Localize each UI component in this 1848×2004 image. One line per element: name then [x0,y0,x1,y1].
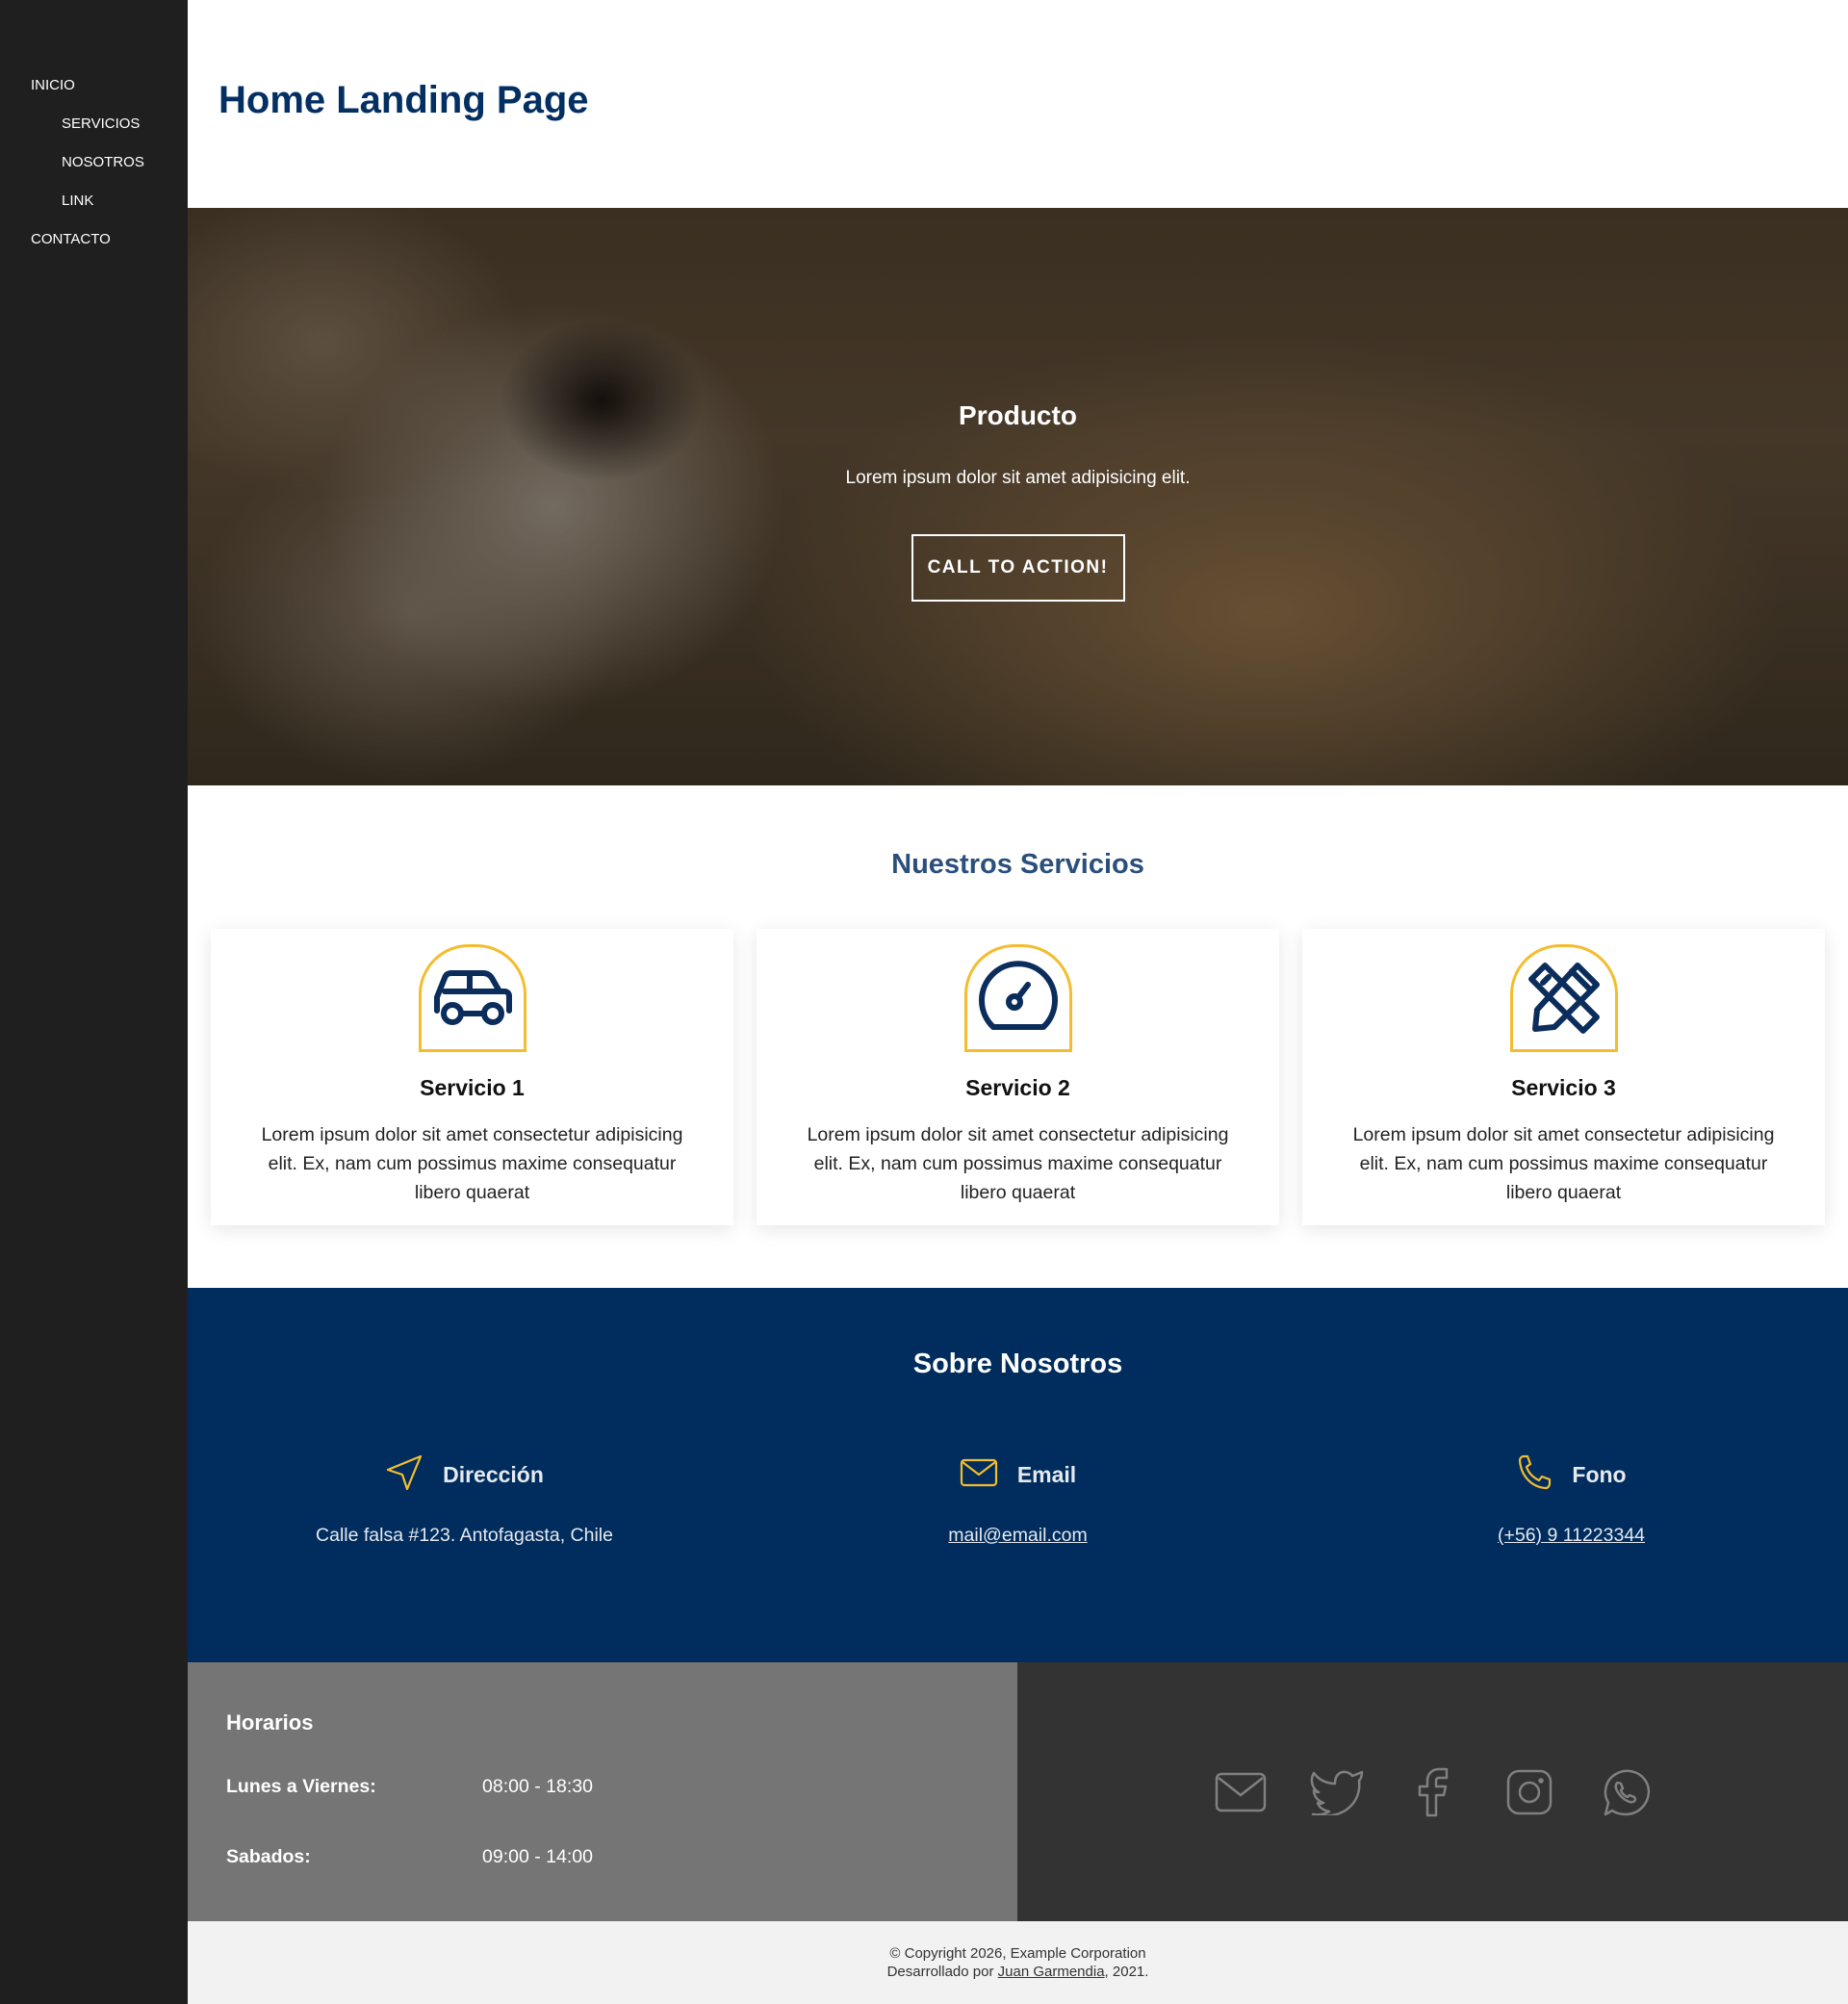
service-title: Servicio 1 [420,1075,525,1100]
phone-icon [1516,1454,1553,1496]
hours-day: Sabados: [226,1846,311,1867]
social-panel [1017,1662,1848,1921]
gauge-icon [963,944,1072,1052]
services-title: Nuestros Servicios [891,849,1144,880]
email-label: Email [1016,1461,1077,1487]
service-description: Lorem ipsum dolor sit amet consectetur a… [1352,1124,1775,1203]
envelope-icon [960,1457,998,1493]
footer-copyright: © Copyright 2026, Example Corporation [889,1945,1146,1962]
hero-text: Lorem ipsum dolor sit amet adipisicing e… [845,468,1191,488]
address-value: Calle falsa #123. Antofagasta, Chile [316,1525,613,1546]
address-label: Dirección [443,1461,544,1487]
sidebar-item-servicios[interactable]: SERVICIOS [0,104,188,142]
address-header: Dirección [385,1453,544,1497]
page-title: Home Landing Page [218,79,589,121]
sidebar-menu: INICIO SERVICIOS NOSOTROS LINK CONTACTO [0,0,188,258]
phone-link[interactable]: (+56) 9 11223344 [1498,1525,1645,1547]
footer-developed-prefix: Desarrollado por [886,1964,998,1980]
page-header: Home Landing Page [188,0,1848,208]
sidebar-item-nosotros[interactable]: NOSOTROS [0,142,188,181]
hours-day: Lunes a Viernes: [226,1776,376,1797]
sidebar: INICIO SERVICIOS NOSOTROS LINK CONTACTO [0,0,188,2004]
phone-header: Fono [1516,1454,1627,1496]
hero-content: Producto Lorem ipsum dolor sit amet adip… [188,208,1848,785]
twitter-icon[interactable] [1307,1762,1367,1822]
hours-title: Horarios [226,1710,314,1734]
main-content: Home Landing Page Producto Lorem ipsum d… [188,0,1848,2004]
sidebar-item-inicio[interactable]: INICIO [0,65,188,104]
hours-panel: Horarios Lunes a Viernes: 08:00 - 18:30 … [188,1662,1017,1921]
services-section: Nuestros Servicios Servicio 1 Lorem ipsu… [188,785,1848,1288]
mail-icon[interactable] [1211,1762,1270,1822]
about-title: Sobre Nosotros [912,1349,1123,1379]
email-header: Email [960,1455,1076,1494]
hours-row: Sabados: 09:00 - 14:00 [226,1846,1017,1868]
service-card-3: Servicio 3 Lorem ipsum dolor sit amet co… [1302,929,1825,1225]
hours-time: 08:00 - 18:30 [482,1776,593,1797]
service-card-1: Servicio 1 Lorem ipsum dolor sit amet co… [211,929,733,1225]
hours-time: 09:00 - 14:00 [482,1846,593,1867]
hero-title: Producto [959,400,1077,430]
hours-social-section: Horarios Lunes a Viernes: 08:00 - 18:30 … [188,1662,1848,1921]
about-columns: Dirección Calle falsa #123. Antofagasta,… [188,1453,1848,1547]
phone-label: Fono [1572,1461,1627,1487]
whatsapp-icon[interactable] [1596,1762,1656,1822]
phone-column: Fono (+56) 9 11223344 [1295,1454,1848,1547]
instagram-icon[interactable] [1500,1762,1559,1822]
service-title: Servicio 3 [1511,1075,1616,1100]
pencil-ruler-icon [1509,944,1618,1052]
sidebar-item-contacto[interactable]: CONTACTO [0,219,188,258]
footer-developed-suffix: , 2021. [1104,1964,1149,1980]
email-link[interactable]: mail@email.com [948,1525,1087,1547]
developer-link[interactable]: Juan Garmendia [998,1964,1105,1980]
call-to-action-button[interactable]: CALL TO ACTION! [911,534,1125,602]
hero-section: Producto Lorem ipsum dolor sit amet adip… [188,208,1848,785]
about-section: Sobre Nosotros Dirección Calle falsa #12… [188,1288,1848,1662]
footer: © Copyright 2026, Example Corporation De… [188,1921,1848,2004]
navigation-arrow-icon [385,1453,424,1497]
sidebar-item-link[interactable]: LINK [0,181,188,219]
service-description: Lorem ipsum dolor sit amet consectetur a… [807,1124,1229,1203]
hours-row: Lunes a Viernes: 08:00 - 18:30 [226,1776,1017,1798]
car-icon [418,944,526,1052]
service-title: Servicio 2 [965,1075,1070,1100]
footer-credits: Desarrollado por Juan Garmendia, 2021. [188,1963,1848,1981]
services-cards: Servicio 1 Lorem ipsum dolor sit amet co… [188,929,1848,1225]
facebook-icon[interactable] [1403,1762,1463,1822]
address-column: Dirección Calle falsa #123. Antofagasta,… [188,1453,741,1547]
email-column: Email mail@email.com [741,1455,1295,1547]
service-card-2: Servicio 2 Lorem ipsum dolor sit amet co… [757,929,1279,1225]
service-description: Lorem ipsum dolor sit amet consectetur a… [261,1124,683,1203]
